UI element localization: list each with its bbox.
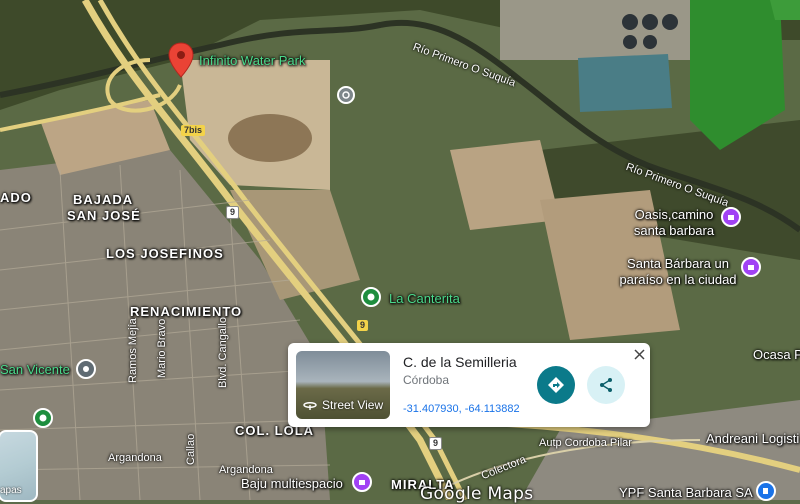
area-label-bajada: BAJADA <box>73 192 134 207</box>
street-label-blvd-cangallo: Blvd. Cangallo <box>217 317 229 388</box>
pond <box>578 54 672 112</box>
street-label-callao: Callao <box>185 433 197 465</box>
dot-icon <box>83 366 89 372</box>
map-pin-water-park[interactable] <box>168 42 194 78</box>
street-label-ramos-mejia: Ramos Mejía <box>127 318 139 383</box>
map-pin-oasis[interactable] <box>721 207 741 227</box>
map-pin-green-left[interactable] <box>33 408 53 428</box>
area-label-ado: ADO <box>0 190 32 205</box>
street-label-autopista: Autp Cordoba Pilar <box>539 437 632 449</box>
pin-dot-icon <box>342 91 350 99</box>
hotel-icon <box>728 215 734 220</box>
street-view-thumbnail[interactable]: Street View <box>296 351 390 419</box>
street-label-mario-bravo: Mario Bravo <box>156 318 168 378</box>
close-button[interactable] <box>632 347 646 361</box>
map-pin-baju[interactable] <box>352 472 372 492</box>
street-label-argandona-1: Argandona <box>108 452 162 464</box>
place-label-andreani[interactable]: Andreani Logisti <box>706 431 799 447</box>
place-label-oasis[interactable]: Oasis,camino santa barbara <box>619 207 729 240</box>
close-icon <box>633 348 645 360</box>
area-label-san-jose: SAN JOSÉ <box>67 208 141 223</box>
place-label-baju[interactable]: Baju multiespacio <box>241 476 343 492</box>
map-pin-small[interactable] <box>337 86 355 104</box>
park-icon <box>39 414 47 422</box>
place-label-san-vicente[interactable]: San Vicente <box>0 363 70 376</box>
layers-label: apas <box>0 485 22 496</box>
map-pin-santa-barbara[interactable] <box>741 257 761 277</box>
area-label-los-josefinos: LOS JOSEFINOS <box>106 246 224 261</box>
share-icon <box>600 378 612 392</box>
plant-area <box>500 0 690 60</box>
hotel-icon <box>748 265 754 270</box>
directions-icon <box>548 377 564 393</box>
shop-icon <box>359 480 365 485</box>
route-shield-7bis: 7bis <box>181 125 206 136</box>
route-shield-9a: 9 <box>226 206 240 219</box>
place-coordinates[interactable]: -31.407930, -64.113882 <box>403 403 520 415</box>
location-pin-icon <box>168 42 194 78</box>
share-button[interactable] <box>587 366 625 404</box>
map-pin-san-vicente[interactable] <box>76 359 96 379</box>
street-label-argandona-2: Argandona <box>219 464 273 476</box>
park-icon <box>367 293 375 301</box>
route-shield-9b: 9 <box>357 320 369 331</box>
map-pin-ypf[interactable] <box>756 481 776 501</box>
street-view-icon <box>303 402 317 410</box>
place-label-santa-barbara[interactable]: Santa Bárbara un paraíso en la ciudad <box>616 256 740 289</box>
route-shield-9c: 9 <box>429 437 443 450</box>
place-title: C. de la Semilleria <box>403 354 517 370</box>
google-maps-logo: Google Maps <box>420 484 534 504</box>
place-label-canterita[interactable]: La Canterita <box>389 292 460 305</box>
place-subtitle: Córdoba <box>403 373 450 387</box>
place-label-ocasa[interactable]: Ocasa P <box>753 347 800 363</box>
quarry-pit <box>228 114 312 162</box>
place-label-ypf[interactable]: YPF Santa Barbara SA <box>619 485 753 501</box>
place-label-water-park[interactable]: Infinito Water Park <box>199 54 305 67</box>
map-pin-canterita[interactable] <box>361 287 381 307</box>
gas-station-icon <box>763 488 768 494</box>
street-view-link[interactable]: Street View <box>302 398 383 412</box>
place-info-card[interactable]: Street View C. de la Semilleria Córdoba … <box>288 343 650 427</box>
street-view-label: Street View <box>322 398 384 412</box>
directions-button[interactable] <box>537 366 575 404</box>
